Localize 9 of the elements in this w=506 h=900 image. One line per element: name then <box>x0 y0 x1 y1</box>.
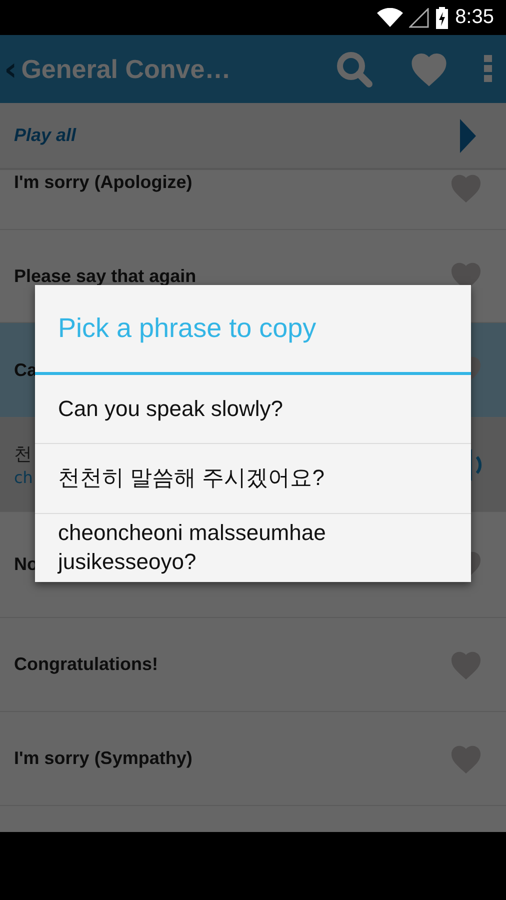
phrase-text: I'm sorry (Sympathy) <box>14 748 192 769</box>
phrase-text: I'm sorry (Apologize) <box>14 172 192 193</box>
screen-title: General Conve… <box>21 54 232 84</box>
romanization-text: ch <box>14 468 33 487</box>
phrase-text: Please say that again <box>14 266 196 286</box>
korean-text: 천 <box>14 443 33 466</box>
clock-time: 8:35 <box>455 6 494 29</box>
phrase-text: Congratulations! <box>14 654 158 675</box>
dialog-title: Pick a phrase to copy <box>35 285 471 375</box>
